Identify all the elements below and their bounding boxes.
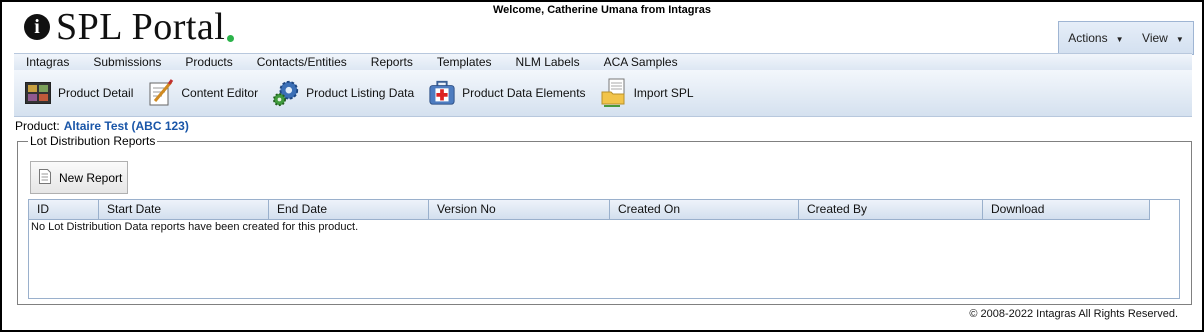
view-menu-button[interactable]: View ▼ — [1142, 31, 1184, 45]
app-window: i SPL Portal Welcome, Catherine Umana fr… — [0, 0, 1204, 332]
menu-item-contacts-entities[interactable]: Contacts/Entities — [245, 55, 359, 69]
product-listing-data-label: Product Listing Data — [306, 86, 415, 100]
menu-item-submissions[interactable]: Submissions — [81, 55, 173, 69]
reports-table: ID Start Date End Date Version No Create… — [28, 199, 1180, 299]
first-aid-kit-icon — [428, 79, 456, 107]
product-toolbar: Product Detail Content Editor Product Li… — [14, 70, 1192, 117]
import-spl-button[interactable]: Import SPL — [600, 78, 694, 107]
content-editor-icon — [147, 79, 175, 107]
chevron-down-icon: ▼ — [1175, 35, 1184, 44]
column-header-created-on[interactable]: Created On — [610, 200, 799, 219]
main-menu-bar: Intagras Submissions Products Contacts/E… — [14, 53, 1192, 71]
actions-view-panel: Actions ▼ View ▼ — [1058, 21, 1194, 55]
gears-icon — [272, 79, 300, 107]
menu-item-templates[interactable]: Templates — [425, 55, 504, 69]
product-label: Product: — [15, 119, 60, 133]
column-header-version-no[interactable]: Version No — [429, 200, 610, 219]
product-data-elements-button[interactable]: Product Data Elements — [428, 79, 586, 107]
new-report-label: New Report — [59, 170, 123, 185]
content-editor-label: Content Editor — [181, 86, 259, 100]
menu-item-nlm-labels[interactable]: NLM Labels — [504, 55, 592, 69]
column-header-id[interactable]: ID — [29, 200, 99, 219]
chevron-down-icon: ▼ — [1115, 35, 1124, 44]
new-report-button[interactable]: New Report — [30, 161, 128, 194]
product-name-link[interactable]: Altaire Test (ABC 123) — [64, 119, 189, 133]
product-listing-data-button[interactable]: Product Listing Data — [272, 79, 414, 107]
panel-legend: Lot Distribution Reports — [28, 134, 158, 148]
product-detail-button[interactable]: Product Detail — [24, 79, 133, 107]
view-label: View — [1142, 31, 1168, 45]
menu-item-intagras[interactable]: Intagras — [14, 55, 81, 69]
product-detail-icon — [24, 79, 52, 107]
lot-distribution-reports-panel: Lot Distribution Reports New Report ID S… — [17, 134, 1192, 305]
document-icon — [39, 168, 51, 187]
empty-table-message: No Lot Distribution Data reports have be… — [31, 221, 359, 233]
welcome-message: Welcome, Catherine Umana from Intagras — [492, 4, 712, 16]
actions-menu-button[interactable]: Actions ▼ — [1068, 31, 1123, 45]
import-document-icon — [600, 78, 628, 107]
copyright-footer: © 2008-2022 Intagras All Rights Reserved… — [969, 308, 1178, 320]
menu-item-products[interactable]: Products — [173, 55, 244, 69]
column-header-start-date[interactable]: Start Date — [99, 200, 269, 219]
product-line: Product: Altaire Test (ABC 123) — [15, 119, 189, 133]
column-header-end-date[interactable]: End Date — [269, 200, 429, 219]
product-detail-label: Product Detail — [58, 86, 134, 100]
actions-label: Actions — [1068, 31, 1108, 45]
import-spl-label: Import SPL — [633, 86, 694, 100]
product-data-elements-label: Product Data Elements — [462, 86, 586, 100]
column-header-download[interactable]: Download — [983, 200, 1150, 219]
menu-item-reports[interactable]: Reports — [359, 55, 425, 69]
logo-info-icon: i — [24, 14, 50, 40]
content-editor-button[interactable]: Content Editor — [147, 79, 258, 107]
menu-item-aca-samples[interactable]: ACA Samples — [592, 55, 690, 69]
logo-dot — [227, 34, 235, 42]
table-header: ID Start Date End Date Version No Create… — [29, 200, 1150, 220]
column-header-created-by[interactable]: Created By — [799, 200, 983, 219]
